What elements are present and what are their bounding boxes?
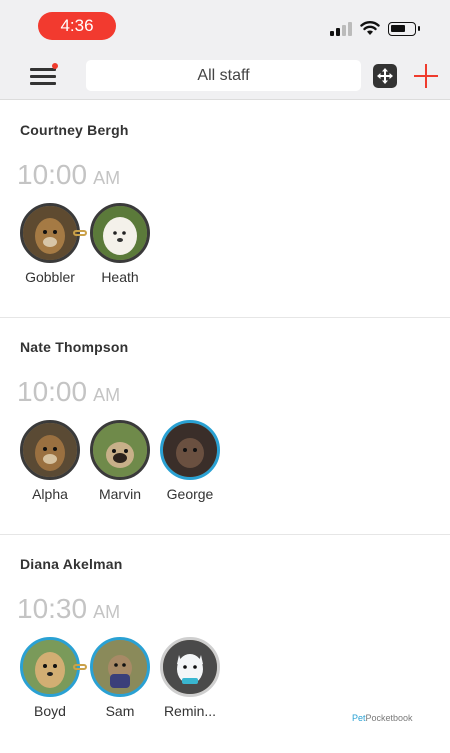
pet-avatar: [160, 420, 220, 480]
pet-name: Boyd: [34, 703, 66, 719]
add-button[interactable]: [414, 64, 438, 88]
staff-section-courtney-bergh: Courtney Bergh 10:00 AM Gobbler Heath: [0, 101, 450, 318]
pet-list: Alpha Marvin George: [15, 420, 225, 502]
pet-marvin[interactable]: Marvin: [85, 420, 155, 502]
schedule-list: Courtney Bergh 10:00 AM Gobbler Heath Nat…: [0, 101, 450, 752]
pet-name: Heath: [101, 269, 139, 285]
time-ampm: AM: [93, 602, 121, 622]
pet-avatar: [20, 637, 80, 697]
pet-list: Boyd Sam Remin...: [15, 637, 225, 719]
appointment-time[interactable]: 10:30 AM: [17, 593, 120, 625]
pet-list: Gobbler Heath: [15, 203, 155, 285]
pet-alpha[interactable]: Alpha: [15, 420, 85, 502]
pet-boyd[interactable]: Boyd: [15, 637, 87, 719]
staff-section-nate-thompson: Nate Thompson 10:00 AM Alpha Marvin Geor…: [0, 318, 450, 535]
pet-link-icon: [73, 230, 87, 236]
time-value: 10:30: [17, 593, 88, 624]
pet-name: George: [166, 486, 214, 502]
time-value: 10:00: [17, 376, 88, 407]
pet-avatar: [90, 203, 150, 263]
petpocketbook-logo: PetPocketbook: [352, 713, 413, 723]
menu-button[interactable]: [30, 63, 58, 87]
pet-heath[interactable]: Heath: [85, 203, 155, 285]
wifi-icon: [360, 21, 380, 35]
pet-avatar: [20, 420, 80, 480]
cellular-signal-icon: [330, 22, 352, 36]
pet-name: Marvin: [98, 486, 141, 502]
time-ampm: AM: [93, 385, 121, 405]
pet-gobbler[interactable]: Gobbler: [15, 203, 87, 285]
move-arrows-icon: [377, 68, 393, 84]
pet-sam[interactable]: Sam: [85, 637, 155, 719]
notification-dot: [52, 63, 58, 69]
pet-avatar: [160, 637, 220, 697]
move-arrows-button[interactable]: [373, 64, 397, 88]
pet-avatar: [90, 420, 150, 480]
pet-name: Sam: [105, 703, 135, 719]
pet-avatar: [20, 203, 80, 263]
pet-remington[interactable]: Remin...: [155, 637, 225, 719]
staff-name: Diana Akelman: [20, 556, 123, 572]
toolbar: All staff: [0, 52, 450, 100]
staff-name: Nate Thompson: [20, 339, 129, 355]
staff-name: Courtney Bergh: [20, 122, 129, 138]
pet-avatar: [90, 637, 150, 697]
pet-name: Gobbler: [25, 269, 75, 285]
appointment-time[interactable]: 10:00 AM: [17, 376, 120, 408]
pet-link-icon: [73, 664, 87, 670]
pet-name: Remin...: [163, 703, 217, 719]
battery-icon: [388, 22, 420, 36]
status-time: 4:36: [38, 12, 116, 40]
staff-filter-select[interactable]: All staff: [86, 60, 361, 91]
pet-george[interactable]: George: [155, 420, 225, 502]
pet-name: Alpha: [32, 486, 68, 502]
time-ampm: AM: [93, 168, 121, 188]
status-bar: 4:36: [0, 0, 450, 52]
time-value: 10:00: [17, 159, 88, 190]
appointment-time[interactable]: 10:00 AM: [17, 159, 120, 191]
